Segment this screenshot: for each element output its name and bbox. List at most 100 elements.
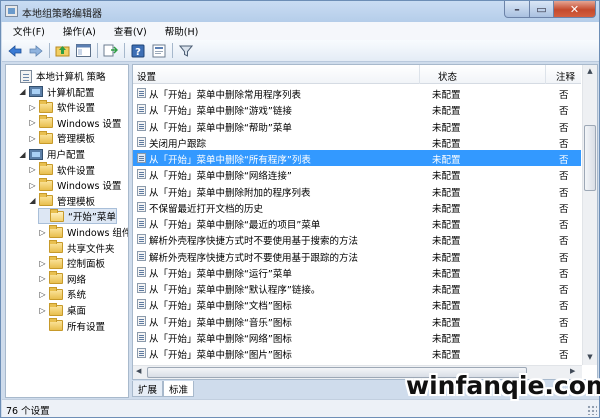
help-button[interactable]: ?: [129, 42, 146, 59]
tab-standard[interactable]: 标准: [163, 381, 195, 397]
tree-collapse-icon[interactable]: ◢: [28, 196, 37, 205]
tree-expand-icon[interactable]: ▷: [38, 290, 47, 299]
tree-item[interactable]: ▷ 软件设置: [28, 162, 95, 178]
tree-expand-icon[interactable]: ▷: [28, 181, 37, 190]
folder-icon: [39, 193, 53, 207]
table-row[interactable]: 从「开始」菜单中删除“默认程序”链接。 未配置 否: [133, 280, 581, 296]
table-row[interactable]: 从「开始」菜单中删除“运行”菜单 未配置 否: [133, 264, 581, 280]
setting-note: 否: [559, 285, 569, 296]
export-list-button[interactable]: [102, 42, 119, 59]
menu-help[interactable]: 帮助(H): [163, 23, 201, 39]
tree-item[interactable]: ◢ 计算机配置: [18, 84, 95, 100]
setting-note: 否: [559, 138, 569, 150]
table-row[interactable]: 从「开始」菜单中删除“所有程序”列表 未配置 否: [133, 150, 581, 166]
maximize-button[interactable]: ▭: [529, 1, 554, 18]
filter-button[interactable]: [177, 42, 194, 59]
tree-item[interactable]: ▷ 系统: [38, 286, 86, 302]
close-button[interactable]: ✕: [553, 1, 596, 18]
tree-expand-icon[interactable]: ▷: [28, 118, 37, 127]
folder-icon: [39, 177, 53, 191]
tree-item[interactable]: ▷ Windows 组件: [38, 224, 128, 240]
scroll-up-icon[interactable]: ▲: [585, 67, 595, 75]
setting-name: 从「开始」菜单中删除“图片”图标: [149, 350, 292, 361]
table-row[interactable]: 从「开始」菜单中删除“音乐”图标 未配置 否: [133, 313, 581, 329]
table-row[interactable]: 从「开始」菜单中删除“网络”图标 未配置 否: [133, 329, 581, 345]
tree-collapse-icon[interactable]: ◢: [18, 150, 27, 159]
navigation-tree: 本地计算机 策略 ◢ 计算机配置 ▷ 软件设置 ▷ Windows 设置 ▷ 管理模板 ◢ 用户配置…: [5, 64, 129, 398]
tree-item[interactable]: ▷ 软件设置: [28, 99, 95, 115]
tree-item[interactable]: ▷ 桌面: [38, 302, 86, 318]
table-row[interactable]: 从「开始」菜单中删除常用程序列表 未配置 否: [133, 85, 581, 101]
tree-item-label: 管理模板: [57, 196, 96, 208]
tree-item-label: 用户配置: [47, 150, 86, 161]
tree-collapse-icon[interactable]: ◢: [18, 87, 27, 96]
table-row[interactable]: 从「开始」菜单中删除“网络连接” 未配置 否: [133, 166, 581, 182]
vertical-scrollbar[interactable]: ▲ ▼: [582, 65, 597, 365]
setting-state: 未配置: [432, 138, 461, 150]
column-divider[interactable]: [545, 65, 546, 84]
table-row[interactable]: 解析外壳程序快捷方式时不要使用基于跟踪的方法 未配置 否: [133, 248, 581, 264]
column-header-note[interactable]: 注释: [556, 69, 575, 83]
setting-note: 否: [559, 187, 569, 199]
help-icon: ?: [131, 44, 144, 58]
minimize-button[interactable]: –: [504, 1, 530, 18]
vertical-scroll-thumb[interactable]: [584, 125, 596, 191]
tree-item[interactable]: ▷ Windows 设置: [28, 115, 121, 131]
tree-item[interactable]: ▷ 控制面板: [38, 255, 105, 271]
table-row[interactable]: 从「开始」菜单中删除“图片”图标 未配置 否: [133, 345, 581, 361]
table-row[interactable]: 从「开始」菜单中删除“帮助”菜单 未配置 否: [133, 118, 581, 134]
policy-editor-window: 本地组策略编辑器 – ▭ ✕ 文件(F) 操作(A) 查看(V) 帮助(H) ?: [0, 0, 600, 418]
tree-item[interactable]: ◢ 管理模板: [28, 193, 95, 209]
setting-name: 关闭用户跟踪: [149, 138, 207, 150]
setting-name: 从「开始」菜单中删除“最近的项目”菜单: [149, 220, 321, 231]
tree-expand-icon[interactable]: ▷: [38, 228, 47, 237]
tab-extended[interactable]: 扩展: [132, 381, 164, 397]
properties-icon: [152, 44, 165, 57]
table-row[interactable]: 从「开始」菜单中删除“最近的项目”菜单 未配置 否: [133, 215, 581, 231]
menu-action[interactable]: 操作(A): [61, 23, 98, 39]
tree-item[interactable]: ▷ Windows 设置: [28, 177, 121, 193]
tree-item[interactable]: ◢ 用户配置: [18, 146, 85, 162]
up-folder-button[interactable]: [54, 42, 71, 59]
table-row[interactable]: 解析外壳程序快捷方式时不要使用基于搜索的方法 未配置 否: [133, 231, 581, 247]
scroll-down-icon[interactable]: ▼: [585, 353, 595, 361]
table-row[interactable]: 关闭用户跟踪 未配置 否: [133, 134, 581, 150]
scroll-left-icon[interactable]: ◀: [136, 367, 141, 375]
tree-item[interactable]: 所有设置: [38, 318, 105, 334]
tree-expand-icon[interactable]: ▷: [28, 103, 37, 112]
back-button[interactable]: [6, 42, 23, 59]
forward-button[interactable]: [27, 42, 44, 59]
tree-expand-icon[interactable]: ▷: [38, 274, 47, 283]
minimize-icon: –: [514, 2, 520, 16]
tree-item[interactable]: ▷ 网络: [38, 271, 86, 287]
tree-expand-icon[interactable]: ▷: [38, 306, 47, 315]
properties-button[interactable]: [150, 42, 167, 59]
tree-item-label: 共享文件夹: [67, 243, 115, 255]
setting-state: 未配置: [432, 90, 461, 101]
tree-expand-icon[interactable]: ▷: [28, 165, 37, 174]
column-header-setting[interactable]: 设置: [137, 69, 156, 83]
tree-expand-icon[interactable]: ▷: [28, 134, 37, 143]
menu-view[interactable]: 查看(V): [112, 23, 149, 39]
policy-setting-icon: [137, 234, 146, 245]
setting-state: 未配置: [432, 122, 461, 134]
tree-item[interactable]: 本地计算机 策略: [9, 68, 106, 84]
table-row[interactable]: 从「开始」菜单中删除“文档”图标 未配置 否: [133, 296, 581, 312]
setting-name: 从「开始」菜单中删除“运行”菜单: [149, 268, 292, 280]
tree-item-label: “开始”菜单: [68, 212, 116, 224]
show-hide-tree-button[interactable]: [75, 42, 92, 59]
table-row[interactable]: 不保留最近打开文档的历史 未配置 否: [133, 199, 581, 215]
computer-icon: [29, 86, 43, 98]
resize-grip-icon[interactable]: [587, 405, 597, 415]
column-header-state[interactable]: 状态: [438, 69, 457, 83]
tree-expand-icon[interactable]: ▷: [38, 259, 47, 268]
column-divider[interactable]: [419, 65, 420, 84]
tree-item[interactable]: 共享文件夹: [38, 240, 115, 256]
tree-item[interactable]: ▷ 管理模板: [28, 130, 95, 146]
table-row[interactable]: 从「开始」菜单中删除“游戏”链接 未配置 否: [133, 101, 581, 117]
settings-list: 设置 状态 注释 从「开始」菜单中删除常用程序列表 未配置否从「开始」菜单中删除“…: [132, 64, 598, 380]
tree-item[interactable]: “开始”菜单: [38, 208, 117, 225]
table-row[interactable]: 从「开始」菜单中删除附加的程序列表 未配置 否: [133, 183, 581, 199]
menu-file[interactable]: 文件(F): [11, 23, 47, 39]
setting-note: 否: [559, 350, 569, 361]
